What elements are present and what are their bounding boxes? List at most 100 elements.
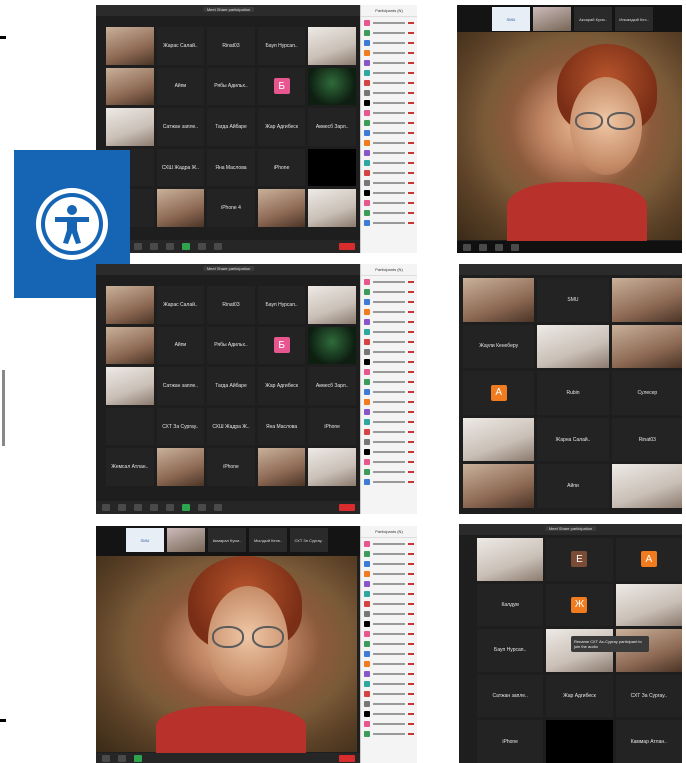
share-screen-button[interactable] (134, 754, 142, 762)
video-tile[interactable]: Тагда Айбаре (207, 108, 255, 146)
video-tile[interactable]: А (615, 538, 682, 581)
chat-button[interactable] (166, 243, 174, 250)
video-tile[interactable] (308, 286, 356, 324)
participant-row[interactable] (364, 560, 414, 568)
participant-row[interactable] (364, 418, 414, 426)
video-tile[interactable] (106, 286, 154, 324)
video-tile[interactable]: Бауп Нурсап.. (257, 27, 306, 65)
video-tile[interactable]: Тагда Айбаре (207, 367, 255, 405)
video-tile[interactable]: Rinat03 (207, 286, 255, 324)
video-tile[interactable]: Акмесб Зарл.. (308, 108, 356, 146)
video-tile[interactable] (106, 407, 154, 446)
participant-row[interactable] (364, 600, 414, 608)
video-tile[interactable]: Акмесб Зарл.. (308, 367, 356, 405)
reactions-button[interactable] (214, 504, 222, 511)
taskbar-app-icon[interactable] (479, 243, 487, 251)
video-tile[interactable] (477, 538, 544, 581)
participant-row[interactable] (364, 348, 414, 356)
video-tile[interactable]: СХТ За Сургау.. (615, 674, 682, 718)
video-tile[interactable]: iPhone (477, 720, 544, 763)
record-button[interactable] (198, 504, 206, 511)
video-tile[interactable]: Айпи (537, 464, 609, 508)
video-tile[interactable]: Rinat03 (611, 417, 682, 462)
participant-row[interactable] (364, 149, 414, 157)
video-tile[interactable] (308, 326, 356, 365)
video-tile[interactable]: Е (546, 538, 613, 581)
video-tile[interactable]: SMU (537, 278, 609, 322)
participant-row[interactable] (364, 308, 414, 316)
participant-row[interactable] (364, 318, 414, 326)
participant-row[interactable] (364, 139, 414, 147)
video-tile[interactable] (308, 189, 356, 227)
participant-row[interactable] (364, 388, 414, 396)
video-tile[interactable]: Каммар Атлан.. (615, 720, 682, 763)
video-tile[interactable]: Сатжан запле.. (156, 108, 205, 146)
video-tile[interactable] (463, 417, 535, 462)
video-tile[interactable]: Жаули Кенеберу (463, 324, 535, 369)
participant-row[interactable] (364, 29, 414, 37)
video-tile[interactable] (611, 324, 682, 369)
video-tile[interactable]: Сулесер (611, 371, 682, 415)
security-button[interactable] (134, 243, 142, 250)
video-tile[interactable]: Rubin (537, 371, 609, 415)
video-tile[interactable]: СХШ Жадра Ж.. (156, 148, 205, 187)
video-tile[interactable] (308, 148, 356, 187)
participant-row[interactable] (364, 408, 414, 416)
end-meeting-button[interactable] (339, 504, 355, 511)
participant-row[interactable] (364, 590, 414, 598)
participant-row[interactable] (364, 650, 414, 658)
video-tile[interactable]: Рябы Адильх.. (207, 326, 255, 365)
participant-row[interactable] (364, 680, 414, 688)
participant-row[interactable] (364, 540, 414, 548)
end-meeting-button[interactable] (339, 243, 355, 250)
mute-button[interactable] (102, 504, 110, 511)
taskbar-app-icon[interactable] (495, 243, 503, 251)
participant-row[interactable] (364, 448, 414, 456)
video-tile[interactable] (611, 278, 682, 322)
video-tile[interactable]: Б (257, 67, 306, 106)
participant-row[interactable] (364, 368, 414, 376)
video-tile[interactable]: Сатжан запле.. (156, 367, 205, 405)
start-icon[interactable] (463, 243, 471, 251)
reactions-button[interactable] (214, 243, 222, 250)
video-tile[interactable] (463, 278, 535, 322)
video-tile[interactable] (308, 27, 356, 65)
video-tile[interactable]: Жарна Салай.. (537, 417, 609, 462)
video-tile[interactable]: Жар Адгибеск (257, 367, 306, 405)
video-tile[interactable]: СХШ Жадра Ж.. (207, 407, 255, 446)
video-tile[interactable]: iPhone (207, 448, 255, 486)
end-meeting-button[interactable] (339, 754, 355, 762)
participant-row[interactable] (364, 478, 414, 486)
participant-row[interactable] (364, 630, 414, 638)
participant-row[interactable] (364, 700, 414, 708)
participant-row[interactable] (364, 458, 414, 466)
participant-row[interactable] (364, 79, 414, 87)
video-tile[interactable]: Rinat03 (207, 27, 255, 65)
participant-row[interactable] (364, 550, 414, 558)
participant-row[interactable] (364, 660, 414, 668)
participant-row[interactable] (364, 690, 414, 698)
participant-row[interactable] (364, 278, 414, 286)
participant-row[interactable] (364, 720, 414, 728)
participant-row[interactable] (364, 610, 414, 618)
participant-row[interactable] (364, 199, 414, 207)
video-tile[interactable] (156, 448, 205, 486)
video-tile[interactable] (106, 27, 154, 65)
video-tile[interactable]: Яна Маслова (257, 407, 306, 446)
share-screen-button[interactable] (182, 504, 190, 511)
video-tile[interactable] (537, 324, 609, 369)
video-button[interactable] (118, 754, 126, 762)
participant-row[interactable] (364, 328, 414, 336)
participant-row[interactable] (364, 99, 414, 107)
video-tile[interactable]: Сатжан запле.. (477, 674, 544, 718)
participant-row[interactable] (364, 468, 414, 476)
video-tile[interactable] (106, 367, 154, 405)
taskbar-app-icon[interactable] (511, 243, 519, 251)
video-tile[interactable] (106, 108, 154, 146)
participant-row[interactable] (364, 39, 414, 47)
video-tile[interactable] (463, 464, 535, 508)
participant-row[interactable] (364, 209, 414, 217)
participant-row[interactable] (364, 129, 414, 137)
video-tile[interactable] (156, 189, 205, 227)
mute-button[interactable] (102, 754, 110, 762)
